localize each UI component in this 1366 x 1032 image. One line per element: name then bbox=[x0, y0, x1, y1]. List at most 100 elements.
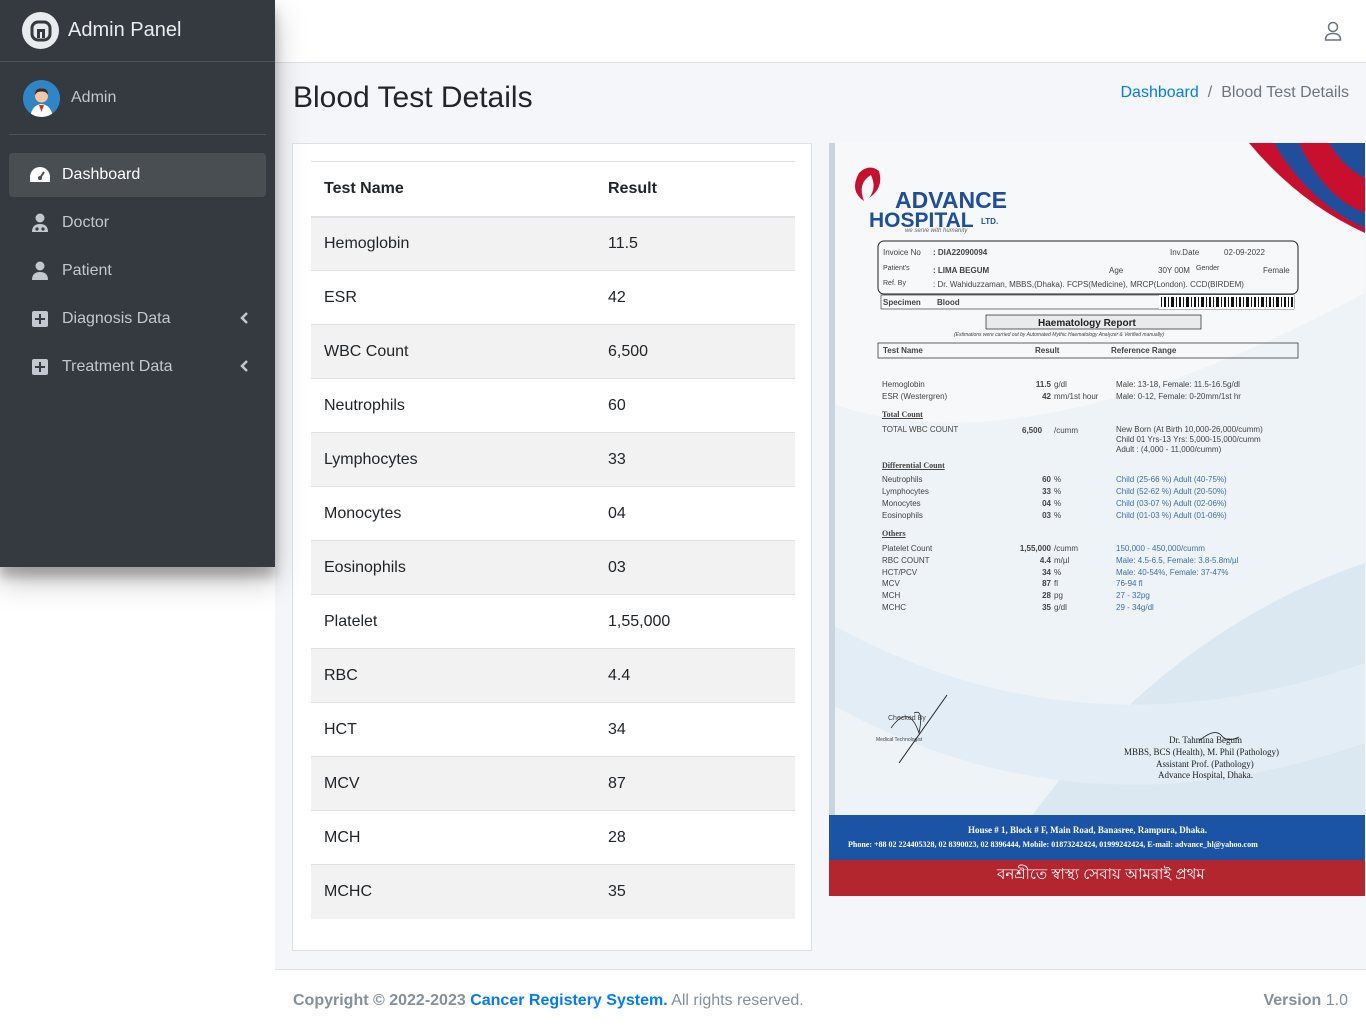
table-row: Platelet 1,55,000 bbox=[311, 594, 795, 649]
cell-test-name: Platelet bbox=[311, 594, 595, 649]
report-section-others: Others bbox=[882, 529, 906, 538]
report-line-unit: fl bbox=[1054, 579, 1058, 589]
cell-result: 03 bbox=[595, 540, 795, 595]
avatar bbox=[23, 79, 60, 117]
brand-link[interactable]: Admin Panel bbox=[0, 0, 275, 62]
top-navbar bbox=[275, 0, 1366, 63]
user-panel[interactable]: Admin bbox=[9, 62, 266, 135]
report-line-result: 35 bbox=[1042, 603, 1051, 612]
report-doctor-name: Dr. Tahmina Begum bbox=[1169, 735, 1242, 745]
sidebar-item-treatment-data[interactable]: Treatment Data bbox=[9, 345, 266, 389]
report-line-unit: pg bbox=[1054, 591, 1063, 601]
page-title: Blood Test Details bbox=[293, 81, 533, 114]
report-line-unit: % bbox=[1054, 511, 1062, 520]
chevron-left-icon bbox=[240, 359, 248, 377]
sidebar-item-label: Doctor bbox=[62, 214, 110, 231]
cell-result: 35 bbox=[595, 864, 795, 919]
report-patient-name: : LIMA BEGUM bbox=[933, 266, 990, 275]
cell-test-name: Hemoglobin bbox=[311, 216, 595, 271]
blood-report-image: ADVANCE HOSPITAL LTD. we serve with huma… bbox=[829, 143, 1365, 896]
report-tech: Medical Technologist bbox=[876, 737, 923, 743]
brand-title: Admin Panel bbox=[68, 19, 182, 41]
plus-square-icon bbox=[29, 357, 51, 377]
cell-result: 4.4 bbox=[595, 648, 795, 703]
cell-result: 11.5 bbox=[595, 216, 795, 271]
report-line-range: Male: 13-18, Female: 11.5-16.5g/dl bbox=[1116, 380, 1240, 389]
table-row: HCT 34 bbox=[311, 702, 795, 757]
report-section-total: Total Count bbox=[882, 410, 923, 419]
report-line-unit: % bbox=[1054, 487, 1062, 496]
report-line-result: 4.4 bbox=[1039, 555, 1051, 565]
report-line-name: Hemoglobin bbox=[882, 380, 925, 389]
cell-test-name: MCHC bbox=[311, 864, 595, 919]
system-name-link[interactable]: Cancer Registery System. bbox=[470, 992, 667, 1009]
table-row: MCH 28 bbox=[311, 810, 795, 865]
cell-result: 04 bbox=[595, 486, 795, 541]
report-line-range: 76-94 fl bbox=[1116, 579, 1143, 589]
report-doctor-degree: MBBS, BCS (Health), M. Phil (Pathology) bbox=[1124, 747, 1280, 757]
chevron-left-icon bbox=[240, 311, 248, 329]
copyright-prefix: Copyright © 2022-2023 bbox=[293, 992, 466, 1009]
report-wbc-unit: /cumm bbox=[1054, 426, 1078, 435]
report-line-name: MCHC bbox=[882, 603, 906, 612]
report-col-test-name: Test Name bbox=[883, 346, 923, 355]
report-line-result: 34 bbox=[1042, 567, 1051, 577]
copyright-rights: All rights reserved. bbox=[671, 992, 804, 1009]
report-line-result: 60 bbox=[1042, 475, 1051, 484]
sidebar-item-label: Patient bbox=[62, 262, 112, 279]
breadcrumb-separator: / bbox=[1207, 84, 1213, 101]
blood-test-table: Test Name Result Hemoglobin 11.5 ESR 42 WBC … bbox=[311, 161, 795, 919]
version-number: 1.0 bbox=[1325, 992, 1348, 1009]
report-inv-date-label: Inv.Date bbox=[1170, 248, 1200, 257]
report-line-name: Monocytes bbox=[882, 499, 921, 508]
report-wbc-name: TOTAL WBC COUNT bbox=[882, 425, 959, 434]
report-wbc-result: 6,500 bbox=[1022, 426, 1043, 435]
cell-result: 33 bbox=[595, 432, 795, 487]
column-header-result: Result bbox=[595, 161, 795, 218]
user-account-icon[interactable] bbox=[1324, 21, 1342, 46]
report-line-result: 04 bbox=[1042, 499, 1051, 508]
cell-test-name: HCT bbox=[311, 702, 595, 757]
breadcrumb-dashboard-link[interactable]: Dashboard bbox=[1120, 84, 1198, 102]
report-line-result: 87 bbox=[1042, 579, 1051, 589]
report-line-name: Neutrophils bbox=[882, 475, 923, 484]
report-invoice-no: : DIA22090094 bbox=[933, 248, 988, 257]
cell-result: 1,55,000 bbox=[595, 594, 795, 649]
report-col-range: Reference Range bbox=[1111, 346, 1177, 355]
table-row: Eosinophils 03 bbox=[311, 540, 795, 595]
report-note: (Estimations were carried out by Automat… bbox=[954, 332, 1165, 338]
report-line-range: 27 - 32pg bbox=[1116, 591, 1150, 601]
sidebar-item-doctor[interactable]: Doctor bbox=[9, 201, 266, 245]
report-line-range: Child (52-62 %) Adult (20-50%) bbox=[1116, 487, 1227, 496]
sidebar-item-patient[interactable]: Patient bbox=[9, 249, 266, 293]
sidebar-item-label: Diagnosis Data bbox=[62, 310, 171, 327]
report-inv-date: 02-09-2022 bbox=[1224, 248, 1265, 257]
report-ref-by: : Dr. Wahiduzzaman, MBBS,(Dhaka). FCPS(M… bbox=[933, 280, 1244, 289]
table-row: ESR 42 bbox=[311, 270, 795, 325]
report-line-unit: g/dl bbox=[1054, 603, 1067, 612]
report-address: House # 1, Block # F, Main Road, Banasre… bbox=[968, 825, 1208, 835]
report-age: 30Y 00M bbox=[1158, 266, 1190, 275]
report-line-range: Child (25-66 %) Adult (40-75%) bbox=[1116, 475, 1227, 484]
report-line-result: 33 bbox=[1042, 487, 1051, 496]
sidebar-item-diagnosis-data[interactable]: Diagnosis Data bbox=[9, 297, 266, 341]
user-name: Admin bbox=[71, 89, 117, 106]
report-line-result: 03 bbox=[1042, 511, 1051, 520]
report-specimen-label: Specimen bbox=[883, 298, 921, 307]
sidebar: Admin Panel Admin Dashboard Doctor Patie… bbox=[0, 0, 275, 567]
report-line-range: Child (01-03 %) Adult (01-06%) bbox=[1116, 511, 1227, 520]
sidebar-nav: Dashboard Doctor Patient Diagnosis Data bbox=[0, 135, 275, 389]
report-line-unit: g/dl bbox=[1054, 380, 1067, 389]
cell-test-name: WBC Count bbox=[311, 324, 595, 379]
sidebar-item-dashboard[interactable]: Dashboard bbox=[9, 153, 266, 197]
report-invoice-label: Invoice No bbox=[883, 248, 921, 257]
report-line-name: Platelet Count bbox=[882, 544, 933, 553]
report-line-unit: % bbox=[1054, 499, 1062, 508]
report-line-name: ESR (Westergren) bbox=[882, 392, 948, 401]
breadcrumb: Dashboard / Blood Test Details bbox=[1120, 84, 1349, 102]
table-row: MCHC 35 bbox=[311, 864, 795, 919]
report-line-name: HCT/PCV bbox=[882, 567, 918, 577]
report-checked-by: Checked By bbox=[888, 715, 926, 722]
cell-test-name: RBC bbox=[311, 648, 595, 703]
report-line-name: Lymphocytes bbox=[882, 487, 929, 496]
